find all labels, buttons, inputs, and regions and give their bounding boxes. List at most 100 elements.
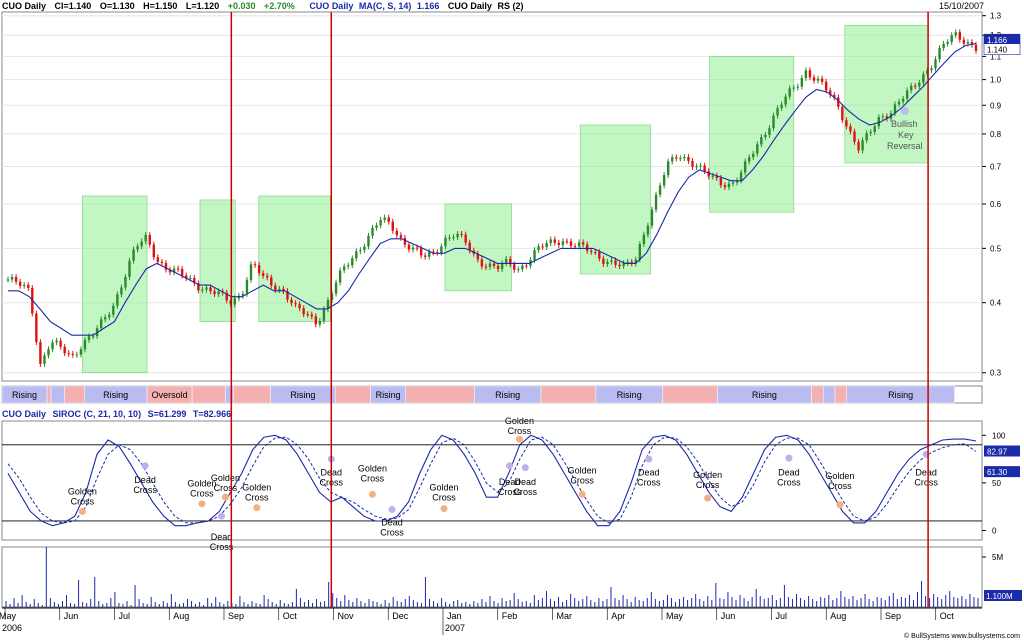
annotation-dot [901, 107, 909, 115]
candle-body [828, 90, 832, 95]
volume-current-box [984, 590, 1022, 601]
green-zone [82, 195, 148, 374]
candle-body [634, 259, 637, 264]
price-tick-label: 1.0 [990, 76, 1002, 85]
candle-body [55, 340, 58, 343]
candle-body [144, 235, 147, 242]
trend-label: Oversold [152, 390, 188, 400]
candle-body [448, 237, 451, 239]
month-label: Sep [228, 611, 244, 621]
month-label: Aug [830, 611, 846, 621]
cross-label: Dead [515, 477, 537, 487]
cross-dot [253, 504, 261, 512]
candle-body [245, 279, 249, 294]
candle-body [237, 295, 241, 299]
candle-body [468, 242, 471, 251]
candle-body [39, 342, 42, 364]
month-label: May [666, 611, 684, 621]
candle-body [824, 81, 828, 91]
cross-dot [327, 455, 335, 463]
cross-label: Cross [637, 477, 661, 487]
candle-body [334, 282, 338, 294]
candle-body [885, 116, 889, 119]
low-value: L=1.120 [185, 1, 220, 11]
candle-body [938, 48, 941, 60]
candle-body [27, 284, 30, 288]
candle-body [646, 225, 650, 235]
candle-body [573, 246, 577, 248]
candle-body [760, 136, 763, 145]
candle-body [658, 185, 662, 195]
candle-body [877, 117, 880, 127]
cross-label: Golden [242, 482, 271, 492]
candle-body [504, 258, 508, 264]
cross-dot [836, 501, 844, 509]
price-tick-label: 0.7 [990, 162, 1002, 171]
trend-label: Rising [376, 390, 401, 400]
candle-body [484, 266, 488, 268]
candle-body [95, 328, 99, 337]
candle-body [638, 244, 642, 260]
price-tick-label: 1.3 [990, 12, 1002, 21]
cross-label: Golden [568, 465, 597, 475]
candle-body [598, 252, 601, 259]
candle-body [788, 88, 791, 97]
cross-dot [221, 493, 229, 501]
candle-body [197, 283, 200, 291]
candle-body [229, 300, 232, 305]
candle-body [707, 171, 710, 177]
cross-label: Dead [915, 467, 937, 477]
candle-body [930, 68, 933, 71]
green-zone [258, 195, 331, 322]
candle-body [176, 268, 180, 270]
cross-label: Cross [190, 489, 214, 499]
siroc-current-box [984, 445, 1020, 457]
candle-body [31, 287, 34, 314]
candle-body [942, 43, 945, 49]
candle-body [330, 293, 334, 301]
candle-body [363, 246, 366, 251]
rs-params-label: RS (2) [497, 1, 524, 11]
month-label: Jun [721, 611, 736, 621]
candle-body [662, 175, 666, 186]
candle-body [318, 320, 322, 325]
candle-body [496, 265, 500, 270]
candle-body [893, 104, 897, 114]
candle-body [974, 44, 978, 51]
candle-body [873, 126, 876, 132]
month-label: Oct [283, 611, 298, 621]
trend-label: Rising [290, 390, 315, 400]
cross-label: Golden [505, 416, 534, 426]
cross-label: Cross [210, 542, 234, 552]
cross-label: Dead [638, 467, 660, 477]
candle-body [731, 182, 735, 184]
month-label: Apr [611, 611, 625, 621]
trend-label: Rising [888, 390, 913, 400]
price-current-box [983, 33, 1021, 46]
siroc-s-value: S=61.299 [147, 409, 187, 419]
annotation-text: Bullish [891, 119, 918, 129]
candle-body [557, 242, 561, 245]
candle-body [168, 269, 172, 273]
month-label: Jul [775, 611, 787, 621]
candle-body [322, 309, 326, 321]
candle-body [881, 116, 885, 118]
year-label: 2006 [2, 623, 22, 633]
candle-body [67, 353, 70, 355]
candle-body [804, 70, 808, 79]
green-zone [579, 124, 652, 275]
candle-body [525, 265, 528, 267]
candle-body [488, 263, 492, 267]
cross-dot [922, 450, 930, 458]
cross-label: Cross [320, 477, 344, 487]
trend-segment [64, 385, 85, 404]
candle-body [626, 261, 629, 264]
rs-symbol-label: CUO Daily [447, 1, 492, 11]
candle-body [743, 161, 747, 173]
chart-window: CUO Daily Cl=1.140 O=1.130 H=1.150 L=1.1… [0, 0, 1024, 641]
siroc-tick-label: 0 [992, 526, 997, 535]
candle-body [816, 78, 820, 81]
candle-body [833, 94, 836, 98]
cross-label: Cross [570, 475, 594, 485]
month-label: Jan [447, 611, 462, 621]
